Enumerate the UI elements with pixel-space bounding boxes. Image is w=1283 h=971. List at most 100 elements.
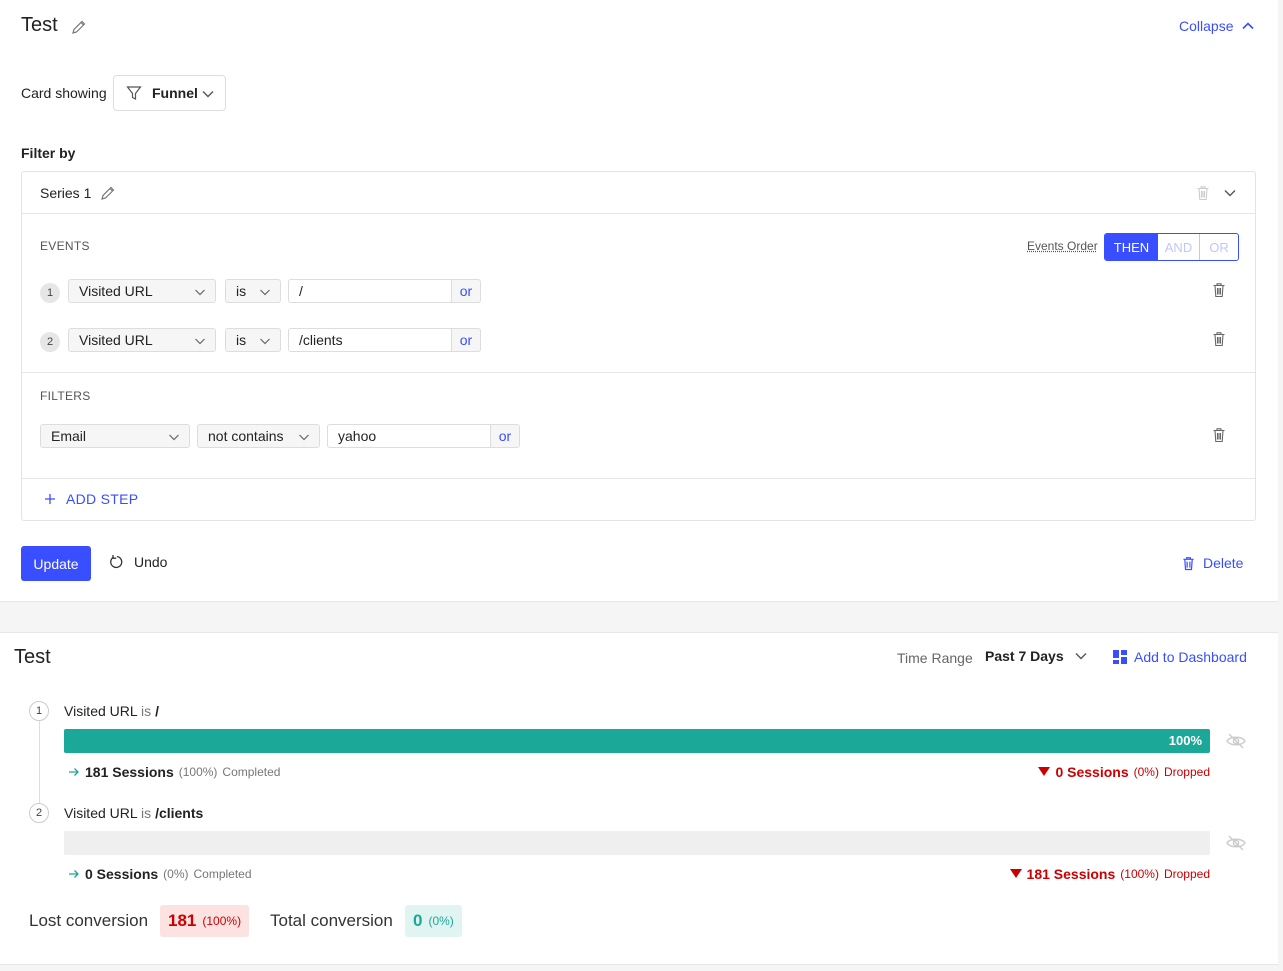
funnel-bar-track [64, 831, 1210, 855]
filter-by-label: Filter by [21, 145, 76, 161]
card-title: Test [21, 14, 58, 36]
delete-event-icon[interactable] [1212, 282, 1226, 298]
completed-label: Completed [193, 867, 252, 881]
order-or-button[interactable]: OR [1200, 234, 1238, 260]
event-operator-select[interactable]: is [225, 279, 281, 303]
arrow-right-icon [68, 868, 80, 880]
event-value-input[interactable]: /clients [288, 328, 452, 352]
lost-conversion-label: Lost conversion [29, 911, 149, 930]
completed-label: Completed [222, 765, 281, 779]
completed-info: 181 Sessions (100%) Completed [68, 764, 280, 780]
arrow-right-icon [68, 766, 80, 778]
divider [22, 478, 1255, 479]
dropped-percent: (0%) [1133, 765, 1159, 779]
total-conversion-value: 0 [413, 911, 423, 930]
chevron-down-icon [298, 431, 310, 443]
collapse-label: Collapse [1179, 18, 1234, 34]
funnel-bar-label: 100% [1168, 733, 1202, 748]
dropped-info: 181 Sessions (100%) Dropped [1009, 866, 1210, 882]
delete-card-button[interactable]: Delete [1182, 555, 1243, 571]
dropped-info: 0 Sessions (0%) Dropped [1038, 764, 1210, 780]
series-name: Series 1 [40, 185, 92, 201]
time-range-value: Past 7 Days [985, 648, 1064, 664]
event-field-select[interactable]: Visited URL [68, 328, 216, 352]
dropped-percent: (100%) [1120, 867, 1159, 881]
funnel-step-number: 1 [29, 701, 49, 721]
series-header: Series 1 [22, 172, 1255, 214]
hide-step-icon[interactable] [1226, 835, 1246, 851]
event-or-button[interactable]: or [452, 328, 481, 352]
order-then-button[interactable]: THEN [1105, 234, 1158, 260]
delete-label: Delete [1203, 555, 1244, 571]
filter-value-input[interactable]: yahoo [327, 424, 491, 448]
chevron-down-icon [194, 286, 206, 298]
card-showing-label: Card showing [21, 85, 107, 101]
dropped-label: Dropped [1163, 867, 1210, 881]
events-order-label: Events Order [1027, 239, 1098, 253]
event-field-select[interactable]: Visited URL [68, 279, 216, 303]
delete-series-icon[interactable] [1196, 185, 1210, 201]
collapse-button[interactable]: Collapse [1179, 18, 1255, 34]
funnel-step-number: 2 [29, 803, 49, 823]
add-to-dashboard-label: Add to Dashboard [1134, 649, 1247, 665]
caret-down-icon [1009, 869, 1022, 879]
step-field: Visited URL [64, 703, 138, 719]
completed-sessions: 181 Sessions [85, 764, 174, 780]
delete-event-icon[interactable] [1212, 331, 1226, 347]
filter-or-button[interactable]: or [491, 424, 520, 448]
card-type-select[interactable]: Funnel [113, 75, 226, 111]
events-label: EVENTS [40, 239, 90, 253]
funnel-bar-fill: 100% [64, 729, 1210, 753]
step-value: /clients [155, 805, 204, 821]
chevron-up-icon [1241, 19, 1255, 33]
step-operator: is [141, 703, 152, 719]
lost-conversion-value: 181 [168, 911, 197, 930]
funnel-bar-track: 100% [64, 729, 1210, 753]
order-and-button[interactable]: AND [1158, 234, 1200, 260]
event-operator-value: is [236, 283, 247, 299]
dropped-sessions: 0 Sessions [1055, 764, 1129, 780]
series-chevron-down-icon[interactable] [1223, 186, 1237, 200]
hide-step-icon[interactable] [1226, 733, 1246, 749]
completed-sessions: 0 Sessions [85, 866, 159, 882]
filter-operator-select[interactable]: not contains [197, 424, 320, 448]
event-value-input[interactable]: / [288, 279, 452, 303]
event-operator-select[interactable]: is [225, 328, 281, 352]
event-or-button[interactable]: or [452, 279, 481, 303]
dropped-label: Dropped [1163, 765, 1210, 779]
delete-filter-icon[interactable] [1212, 427, 1226, 443]
card-editor: Test Collapse Card showing Funnel Filter… [0, 0, 1278, 602]
dashboard-icon [1113, 650, 1127, 664]
edit-title-icon[interactable] [71, 19, 87, 35]
undo-button[interactable]: Undo [109, 554, 167, 570]
time-range-label: Time Range [897, 650, 973, 666]
completed-percent: (0%) [163, 867, 189, 881]
series-box: Series 1 EVENTS Events Order THEN AND OR… [21, 171, 1256, 521]
add-step-button[interactable]: ADD STEP [44, 491, 138, 507]
add-step-label: ADD STEP [66, 491, 139, 507]
total-conversion-label: Total conversion [270, 911, 393, 930]
chevron-down-icon [259, 286, 271, 298]
add-to-dashboard-button[interactable]: Add to Dashboard [1113, 649, 1247, 665]
undo-label: Undo [134, 554, 168, 570]
caret-down-icon [1038, 767, 1051, 777]
lost-conversion-percent: (100%) [202, 914, 242, 928]
filter-field-select[interactable]: Email [40, 424, 190, 448]
filter-field-value: Email [51, 428, 87, 444]
chevron-down-icon [201, 87, 215, 101]
step-value: / [155, 703, 159, 719]
filter-operator-value: not contains [208, 428, 284, 444]
chevron-down-icon [1074, 649, 1088, 663]
event-step-number: 2 [40, 332, 60, 352]
events-order-toggle: THEN AND OR [1104, 233, 1239, 261]
trash-icon [1182, 556, 1195, 571]
plus-icon [44, 493, 56, 505]
update-button[interactable]: Update [21, 546, 91, 581]
chevron-down-icon [259, 335, 271, 347]
time-range-select[interactable]: Past 7 Days [985, 648, 1088, 664]
divider [22, 372, 1255, 373]
event-step-number: 1 [40, 283, 60, 303]
event-field-value: Visited URL [79, 332, 153, 348]
edit-series-icon[interactable] [100, 185, 116, 201]
event-field-value: Visited URL [79, 283, 153, 299]
